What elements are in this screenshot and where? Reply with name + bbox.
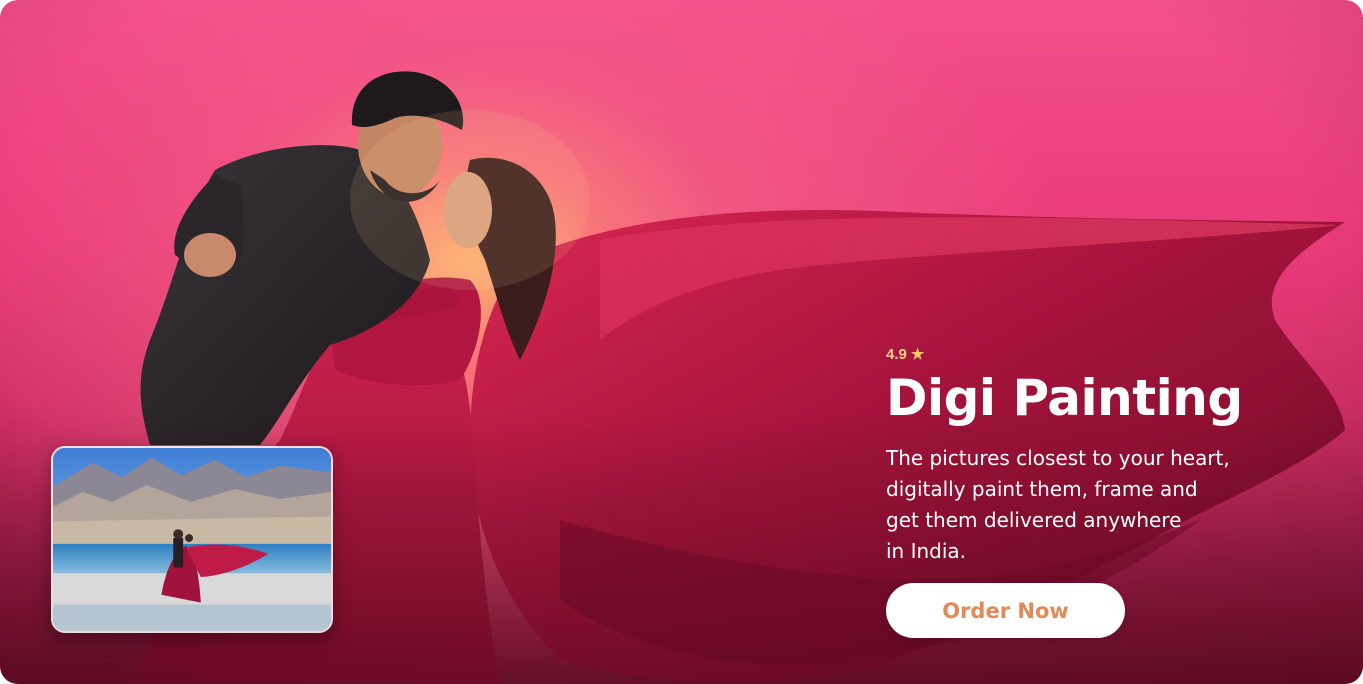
description-line: digitally paint them, frame and bbox=[886, 477, 1198, 501]
promo-text-block: 4.9 ★ Digi Painting The pictures closest… bbox=[886, 343, 1286, 567]
description-line: in India. bbox=[886, 539, 967, 563]
order-now-button[interactable]: Order Now bbox=[886, 583, 1125, 638]
description-line: The pictures closest to your heart, bbox=[886, 446, 1230, 470]
digi-painting-banner: 4.9 ★ Digi Painting The pictures closest… bbox=[0, 0, 1363, 684]
inset-original-photo bbox=[51, 446, 333, 633]
description: The pictures closest to your heart, digi… bbox=[886, 443, 1276, 567]
page-title: Digi Painting bbox=[886, 369, 1243, 427]
description-line: get them delivered anywhere bbox=[886, 508, 1182, 532]
rating-badge: 4.9 ★ bbox=[886, 343, 1286, 365]
star-icon: ★ bbox=[910, 345, 925, 363]
rating-value: 4.9 bbox=[886, 345, 907, 363]
